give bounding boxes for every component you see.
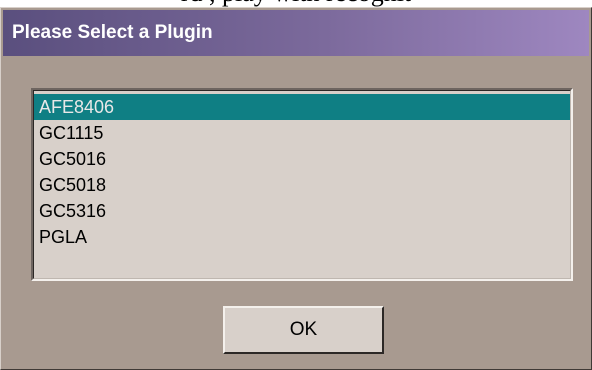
plugin-select-dialog: Please Select a Plugin AFE8406 GC1115 GC… bbox=[0, 7, 592, 370]
list-item-afe8406[interactable]: AFE8406 bbox=[34, 94, 570, 120]
plugin-list: AFE8406 GC1115 GC5016 GC5018 GC5316 PGLA bbox=[33, 90, 571, 279]
screenshot: rd , play with recognit Please Select a … bbox=[0, 0, 592, 370]
plugin-listbox[interactable]: AFE8406 GC1115 GC5016 GC5018 GC5316 PGLA bbox=[31, 88, 573, 281]
ok-button[interactable]: OK bbox=[223, 306, 384, 354]
list-item-gc5316[interactable]: GC5316 bbox=[34, 198, 570, 224]
list-item-pgla[interactable]: PGLA bbox=[34, 224, 570, 250]
dialog-title: Please Select a Plugin bbox=[12, 22, 213, 43]
title-bar[interactable]: Please Select a Plugin bbox=[3, 10, 589, 56]
list-item-gc1115[interactable]: GC1115 bbox=[34, 120, 570, 146]
ok-button-label: OK bbox=[289, 319, 318, 340]
list-item-gc5018[interactable]: GC5018 bbox=[34, 172, 570, 198]
list-item-gc5016[interactable]: GC5016 bbox=[34, 146, 570, 172]
